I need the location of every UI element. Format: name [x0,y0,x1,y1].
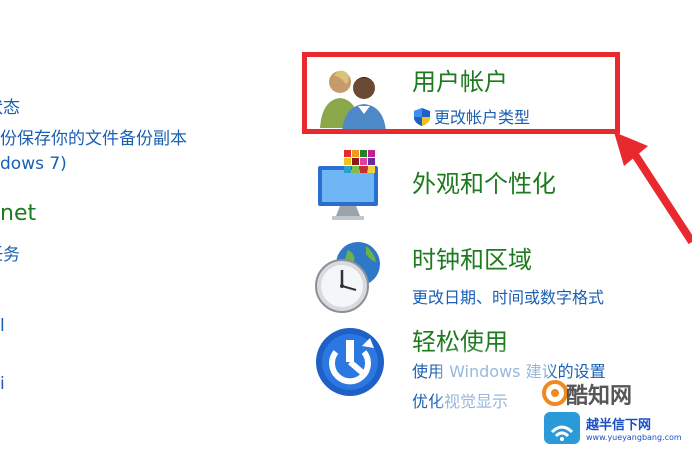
category-title-clock-region[interactable]: 时钟和区域 [412,240,532,275]
watermark-logo-icon [542,380,568,406]
watermark-text-secondary: 越半信下网 [586,418,652,433]
watermark: 酷知网 越半信下网 www.yueyangbang.com [536,370,692,450]
left-link-tasks[interactable]: 任务 [0,240,20,265]
category-clock-region: 时钟和区域 更改日期、时间或数字格式 [312,240,672,320]
left-link-backup[interactable]: 备份保存你的文件备份副本 [0,124,187,149]
left-link-cropped-2[interactable]: i [0,374,5,394]
blur-overlay [440,352,550,414]
appearance-personalization-icon[interactable] [312,148,390,226]
control-panel-view: 状态 备份保存你的文件备份副本 dows 7) net 任务 l i 用户帐户 [0,0,692,450]
change-date-time-format-link[interactable]: 更改日期、时间或数字格式 [412,284,604,308]
left-column: 状态 备份保存你的文件备份副本 dows 7) net 任务 l i [0,0,240,450]
category-appearance: 外观和个性化 [312,148,672,228]
left-link-status[interactable]: 状态 [0,93,20,118]
watermark-url: www.yueyangbang.com [586,433,682,442]
left-link-cropped-1[interactable]: l [0,316,5,336]
clock-region-icon[interactable] [312,240,390,318]
ease-of-access-icon[interactable] [312,322,390,400]
watermark-text-primary: 酷知网 [566,384,633,409]
highlight-box [302,52,620,134]
left-heading-network[interactable]: net [0,201,36,226]
category-title-appearance[interactable]: 外观和个性化 [412,164,556,199]
watermark-wifi-badge-icon [544,412,580,444]
left-link-windows7[interactable]: dows 7) [0,154,67,174]
